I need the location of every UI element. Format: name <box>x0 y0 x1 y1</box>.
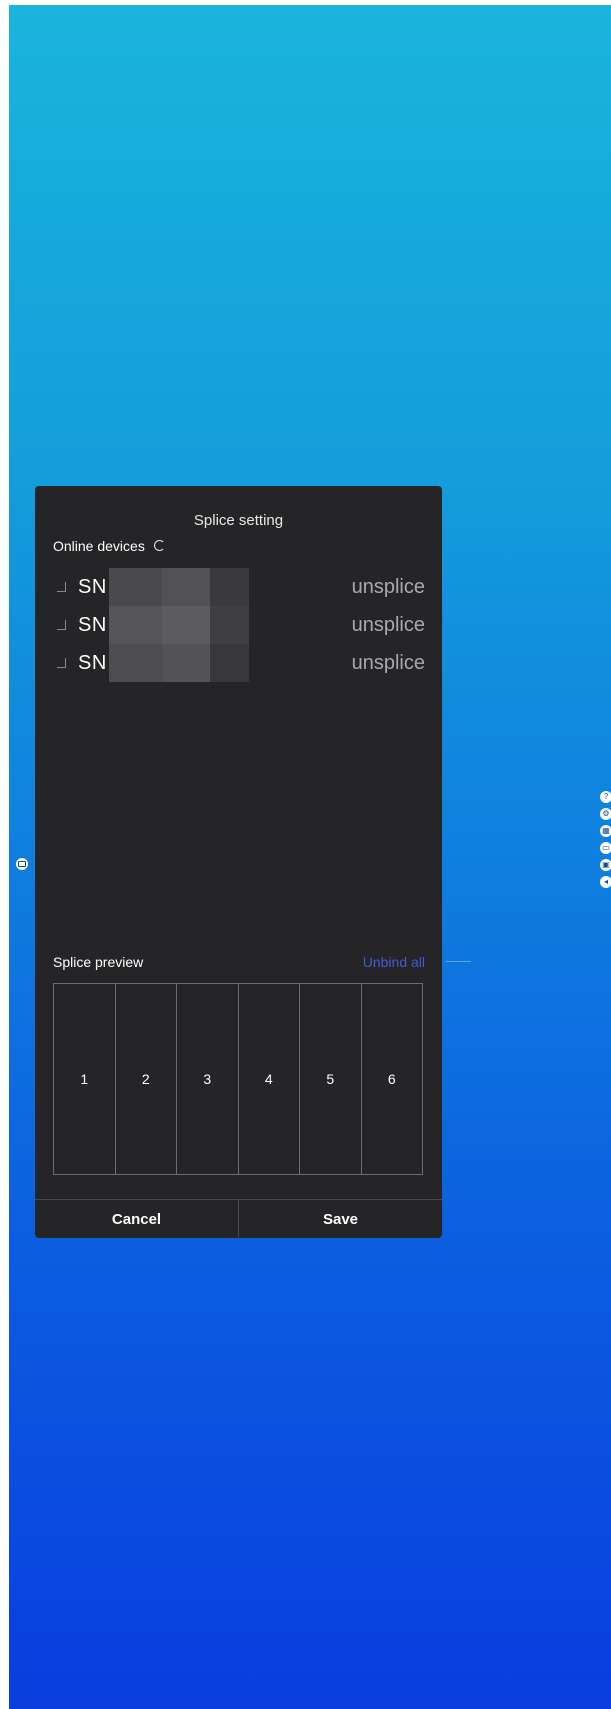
device-list: SN unsplice SN unsplice SN unsplice <box>53 568 425 682</box>
device-sn-label: SN <box>78 613 107 636</box>
preview-cell-2[interactable]: 2 <box>116 984 177 1174</box>
device-sn-label: SN <box>78 651 107 674</box>
display-icon[interactable]: ▣ <box>600 859 611 871</box>
online-devices-header: Online devices <box>53 538 165 554</box>
preview-cell-5[interactable]: 5 <box>300 984 362 1174</box>
device-row[interactable]: SN unsplice <box>53 644 425 682</box>
device-sn-label: SN <box>78 575 107 598</box>
sn-redaction-mask <box>108 644 249 682</box>
connector-line <box>446 961 471 962</box>
preview-cell-4[interactable]: 4 <box>239 984 300 1174</box>
refresh-icon[interactable] <box>153 539 165 551</box>
splice-preview-header: Splice preview Unbind all <box>53 954 425 970</box>
preview-cell-3[interactable]: 3 <box>177 984 239 1174</box>
device-row[interactable]: SN unsplice <box>53 606 425 644</box>
device-status: unsplice <box>351 575 425 598</box>
menu-icon[interactable] <box>16 858 28 870</box>
device-checkbox[interactable] <box>57 582 66 592</box>
save-button[interactable]: Save <box>239 1200 442 1239</box>
dialog-footer: Cancel Save <box>35 1199 442 1239</box>
sn-redaction-mask <box>108 606 249 644</box>
dialog-title: Splice setting <box>193 512 284 529</box>
screen-icon[interactable]: ▭ <box>600 842 611 854</box>
cancel-button[interactable]: Cancel <box>35 1200 239 1239</box>
device-checkbox[interactable] <box>57 658 66 668</box>
online-devices-label: Online devices <box>53 538 145 554</box>
help-icon[interactable]: ? <box>600 791 611 803</box>
preview-cell-1[interactable]: 1 <box>54 984 116 1174</box>
splice-setting-dialog: Splice setting Online devices SN unsplic… <box>35 486 442 1239</box>
device-status: unsplice <box>351 613 425 636</box>
device-status: unsplice <box>351 651 425 674</box>
splice-preview-grid: 1 2 3 4 5 6 <box>53 983 423 1175</box>
back-icon[interactable]: ◂ <box>600 876 611 888</box>
side-toolbar: ? ⚙ ▦ ▭ ▣ ◂ <box>600 791 611 893</box>
settings-icon[interactable]: ⚙ <box>600 808 611 820</box>
screen-background: Splice setting Online devices SN unsplic… <box>9 5 611 1709</box>
preview-cell-6[interactable]: 6 <box>362 984 423 1174</box>
device-row[interactable]: SN unsplice <box>53 568 425 606</box>
grid-icon[interactable]: ▦ <box>600 825 611 837</box>
unbind-all-link[interactable]: Unbind all <box>363 954 425 970</box>
device-checkbox[interactable] <box>57 620 66 630</box>
sn-redaction-mask <box>108 568 249 606</box>
splice-preview-title: Splice preview <box>53 954 144 970</box>
